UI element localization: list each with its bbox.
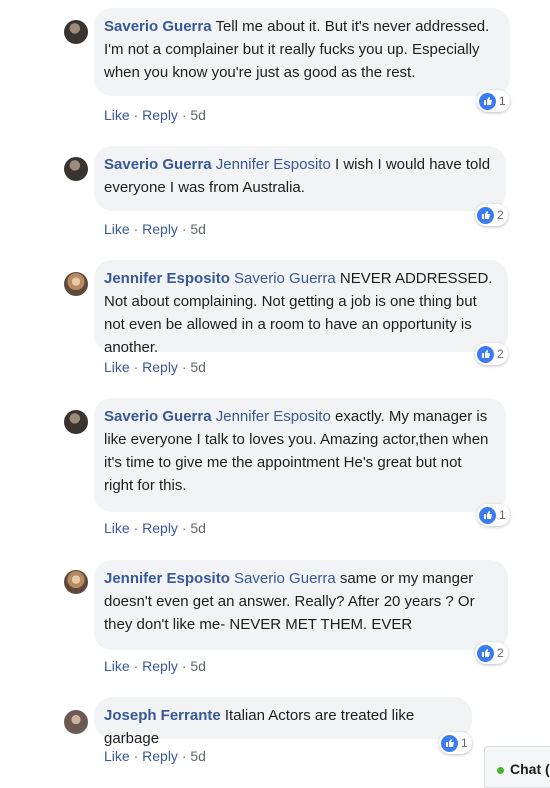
reaction-number: 1 (499, 94, 506, 108)
like-link[interactable]: Like (104, 221, 130, 237)
thumbs-up-icon (477, 345, 494, 363)
reaction-count[interactable]: 2 (475, 642, 508, 664)
reply-link[interactable]: Reply (142, 221, 178, 237)
like-link[interactable]: Like (104, 107, 130, 123)
comment-actions: Like · Reply · 5d (104, 520, 206, 536)
avatar[interactable] (64, 20, 88, 44)
comment-actions: Like · Reply · 5d (104, 359, 206, 375)
reply-link[interactable]: Reply (142, 107, 178, 123)
comment-author[interactable]: Jennifer Esposito (104, 570, 230, 587)
comment-actions: Like · Reply · 5d (104, 107, 206, 123)
reaction-count[interactable]: 2 (475, 343, 508, 365)
thumbs-up-icon (441, 734, 458, 752)
reaction-number: 2 (497, 347, 504, 361)
comment-mention[interactable]: Jennifer Esposito (216, 408, 331, 425)
avatar[interactable] (64, 570, 88, 594)
reply-link[interactable]: Reply (142, 748, 178, 764)
avatar[interactable] (64, 410, 88, 434)
timestamp[interactable]: 5d (190, 359, 206, 375)
comment-bubble: Joseph Ferrante Italian Actors are treat… (94, 697, 472, 747)
comment-actions: Like · Reply · 5d (104, 748, 206, 764)
like-link[interactable]: Like (104, 359, 130, 375)
reaction-count[interactable]: 1 (439, 732, 472, 754)
chat-tab[interactable]: Chat ( (484, 746, 550, 788)
comment-actions: Like · Reply · 5d (104, 221, 206, 237)
comment-author[interactable]: Saverio Guerra (104, 408, 212, 425)
reaction-number: 2 (497, 646, 504, 660)
reply-link[interactable]: Reply (142, 359, 178, 375)
comment-bubble: Jennifer Esposito Saverio Guerra NEVER A… (94, 260, 508, 356)
reaction-number: 1 (461, 736, 468, 750)
timestamp[interactable]: 5d (190, 221, 206, 237)
comment-mention[interactable]: Saverio Guerra (234, 570, 336, 587)
like-link[interactable]: Like (104, 658, 130, 674)
like-link[interactable]: Like (104, 748, 130, 764)
reaction-count[interactable]: 2 (475, 204, 508, 226)
like-link[interactable]: Like (104, 520, 130, 536)
comment-bubble: Saverio Guerra Jennifer Esposito exactly… (94, 398, 506, 512)
thumbs-up-icon (477, 644, 494, 662)
comment-author[interactable]: Saverio Guerra (104, 18, 212, 35)
comment-bubble: Jennifer Esposito Saverio Guerra same or… (94, 560, 508, 650)
thumbs-up-icon (479, 92, 496, 110)
timestamp[interactable]: 5d (190, 748, 206, 764)
avatar[interactable] (64, 157, 88, 181)
comment-author[interactable]: Jennifer Esposito (104, 270, 230, 287)
chat-label: Chat ( (510, 761, 550, 777)
comment-author[interactable]: Saverio Guerra (104, 156, 212, 173)
reaction-count[interactable]: 1 (477, 90, 510, 112)
comment-bubble: Saverio Guerra Jennifer Esposito I wish … (94, 146, 506, 211)
comment-mention[interactable]: Jennifer Esposito (216, 156, 331, 173)
thumbs-up-icon (477, 206, 494, 224)
avatar[interactable] (64, 272, 88, 296)
reaction-number: 1 (499, 508, 506, 522)
thumbs-up-icon (479, 506, 496, 524)
timestamp[interactable]: 5d (190, 107, 206, 123)
reaction-count[interactable]: 1 (477, 504, 510, 526)
avatar[interactable] (64, 710, 88, 734)
reply-link[interactable]: Reply (142, 658, 178, 674)
reaction-number: 2 (497, 208, 504, 222)
comment-author[interactable]: Joseph Ferrante (104, 707, 221, 724)
comment-mention[interactable]: Saverio Guerra (234, 270, 336, 287)
online-status-icon (497, 766, 504, 774)
timestamp[interactable]: 5d (190, 658, 206, 674)
comment-actions: Like · Reply · 5d (104, 658, 206, 674)
comment-bubble: Saverio Guerra Tell me about it. But it'… (94, 8, 510, 96)
timestamp[interactable]: 5d (190, 520, 206, 536)
reply-link[interactable]: Reply (142, 520, 178, 536)
